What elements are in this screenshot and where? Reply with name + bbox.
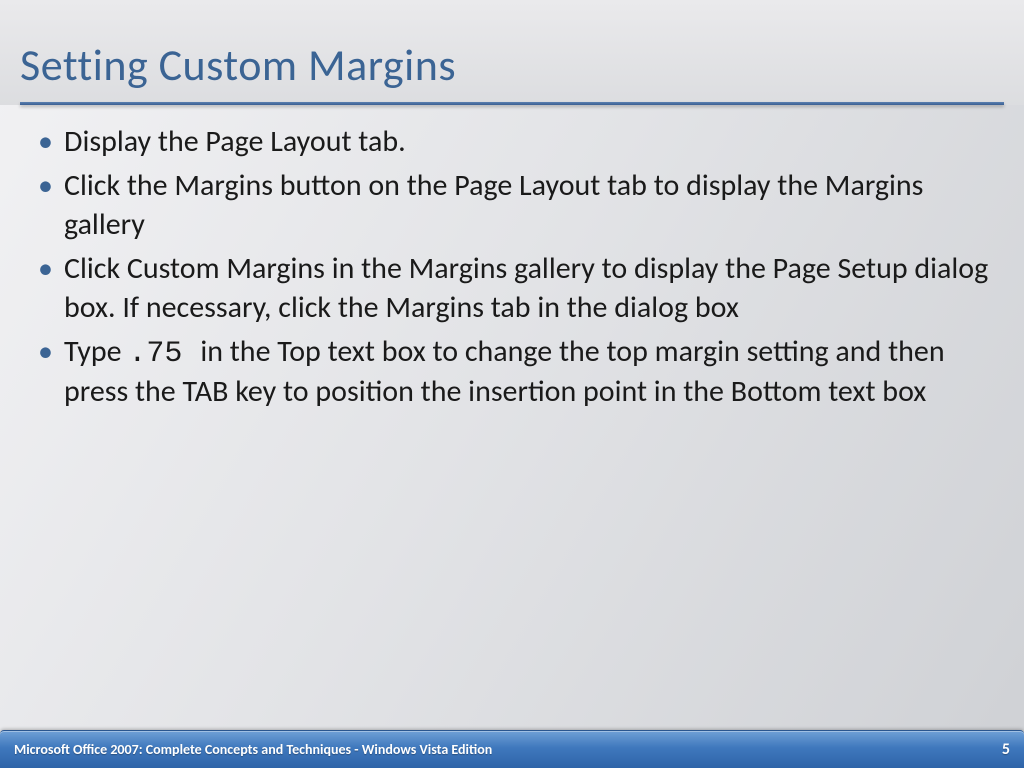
bullet-text: Click the Margins button on the Page Lay… (64, 167, 923, 242)
bullet-text: Click Custom Margins in the Margins gall… (64, 250, 988, 325)
bullet-text-mono: .75 (128, 337, 200, 371)
slide: Setting Custom Margins Display the Page … (0, 0, 1024, 768)
footer-bar: Microsoft Office 2007: Complete Concepts… (0, 730, 1024, 768)
page-number: 5 (1002, 740, 1010, 759)
slide-content: Display the Page Layout tab. Click the M… (0, 105, 1024, 768)
list-item: Click Custom Margins in the Margins gall… (30, 250, 994, 327)
footer-text: Microsoft Office 2007: Complete Concepts… (14, 741, 492, 758)
bullet-text: Display the Page Layout tab. (64, 123, 406, 160)
title-area: Setting Custom Margins (0, 0, 1024, 105)
list-item: Display the Page Layout tab. (30, 123, 994, 161)
bullet-text-pre: Type (64, 333, 128, 370)
slide-title: Setting Custom Margins (20, 38, 1004, 102)
list-item: Type .75 in the Top text box to change t… (30, 333, 994, 412)
bullet-list: Display the Page Layout tab. Click the M… (30, 123, 994, 412)
list-item: Click the Margins button on the Page Lay… (30, 167, 994, 244)
